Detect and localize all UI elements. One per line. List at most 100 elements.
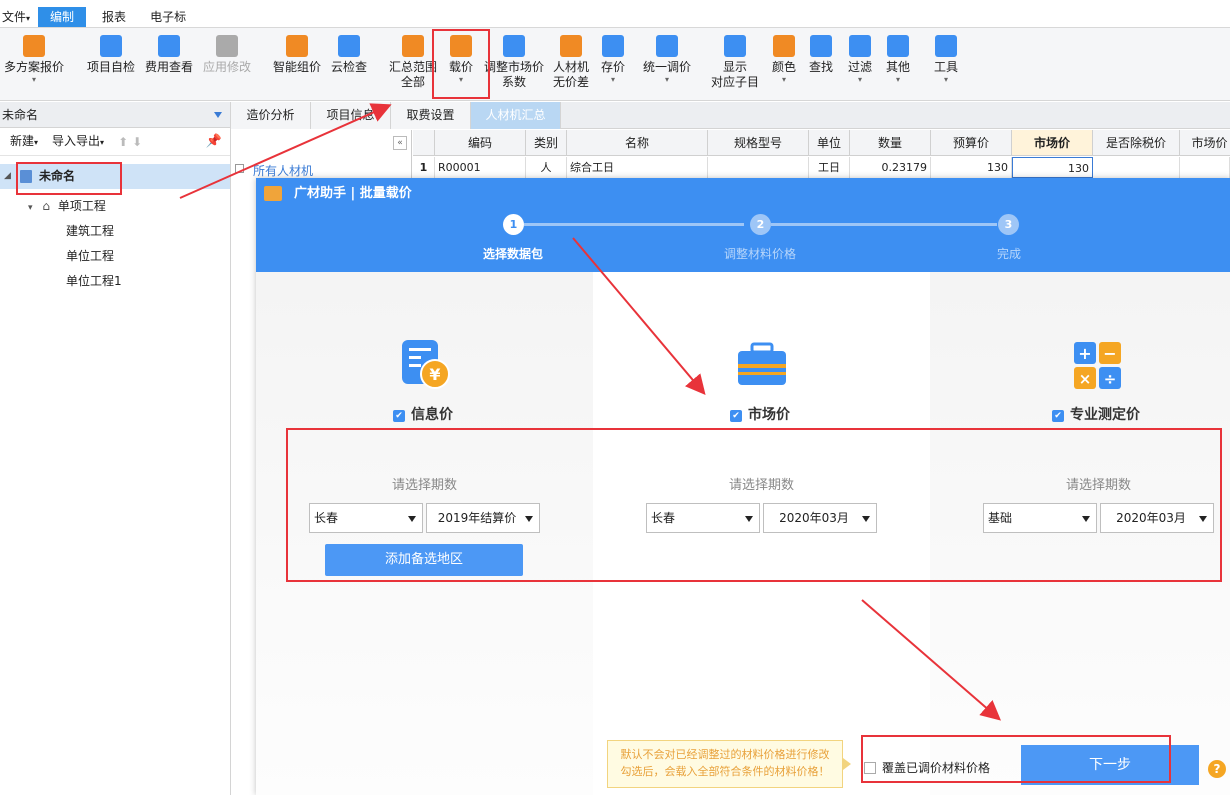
cell-unit[interactable]: 工日 [809,157,850,178]
import-export-button[interactable]: 导入导出▾ [52,127,104,157]
collapse-icon[interactable]: ◢ [4,164,11,189]
toolbar-button-17[interactable]: 工具 ▾ [934,31,958,85]
toolbar-button-13[interactable]: 颜色 ▾ [772,31,796,85]
step-1-label: 选择数据包 [482,247,543,261]
toolbar-button-label: 汇总范围 [389,60,438,74]
pin-icon[interactable]: 📌 [206,128,222,156]
professional-price-checkbox[interactable]: ✔ 专业测定价 [1052,404,1140,424]
toolbar-button-label: 颜色 [772,60,797,74]
tab-project-info[interactable]: 项目信息 [311,102,391,129]
grid-header[interactable]: 预算价 [931,130,1012,156]
toolbar-button-1[interactable]: 项目自检 [87,31,135,75]
grid-header[interactable]: 规格型号 [708,130,809,156]
toolbar-button-10[interactable]: 存价 ▾ [601,31,625,85]
material-category-panel: « 所有人材机 [231,130,412,178]
save-price-icon [602,35,624,57]
dialog-title-bar[interactable]: 广材助手 | 批量载价 [256,178,1230,209]
grid-header[interactable]: 编码 [435,130,526,156]
project-selector[interactable]: 未命名 [0,102,230,128]
step-3-label: 完成 [996,247,1021,261]
toolbar-button-8[interactable]: 调整市场价 系数 [484,31,544,90]
grid-header[interactable]: 数量 [850,130,931,156]
project-name: 未命名 [2,108,39,122]
tab-material-summary[interactable]: 人材机汇总 [471,102,561,129]
menu-file[interactable]: 文件▾ [0,7,34,27]
info-price-checkbox[interactable]: ✔ 信息价 [393,404,453,424]
toolbar: 多方案报价 ▾ 项目自检 费用查看 应用修改 智能组价 云检查 汇总范围 全部 载价 ▾ 调整市场价系… [0,28,1230,101]
toolbar-button-15[interactable]: 过滤 ▾ [848,31,872,85]
svg-text:×: × [1079,370,1092,388]
toolbar-button-16[interactable]: 其他 ▾ [886,31,910,85]
tab-cost-analysis[interactable]: 造价分析 [231,102,311,129]
toolbar-button-2[interactable]: 费用查看 [145,31,193,75]
cell-name[interactable]: 综合工日 [567,157,708,178]
toolbar-button-0[interactable]: 多方案报价 ▾ [4,31,64,85]
summary-range-icon [402,35,424,57]
tree-item-unit1[interactable]: 单位工程1 [66,269,122,294]
svg-text:+: + [1078,344,1091,363]
cell-tax[interactable] [1093,157,1180,178]
expand-icon[interactable] [235,164,244,173]
menu-report[interactable]: 报表 [90,7,138,27]
dropdown-arrow-icon: ▾ [944,75,949,84]
adjust-market-icon [503,35,525,57]
toolbar-button-5[interactable]: 云检查 [331,31,367,75]
self-check-icon [100,35,122,57]
market-price-checkbox[interactable]: ✔ 市场价 [730,404,790,424]
toolbar-button-14[interactable]: 查找 [809,31,833,75]
cell-spec[interactable] [708,157,809,178]
sidebar-toolbar: 新建▾ 导入导出▾ ⬆ ⬇ 📌 [0,128,230,156]
move-down-icon[interactable]: ⬇ [132,128,142,156]
all-materials-item[interactable]: 所有人材机 [253,162,313,179]
filter-icon [849,35,871,57]
cell-type[interactable]: 人 [526,157,567,178]
collapse-panel-icon[interactable]: « [393,136,407,150]
grid-header[interactable]: 名称 [567,130,708,156]
toolbar-button-6[interactable]: 汇总范围 全部 [389,31,437,90]
fee-view-icon [158,35,180,57]
calculator-icon: + − × ÷ [1074,342,1121,389]
cell-code[interactable]: R00001 [435,157,526,178]
tip-line: 默认不会对已经调整过的材料价格进行修改 [620,748,830,761]
project-sidebar: 未命名 新建▾ 导入导出▾ ⬆ ⬇ 📌 ◢ 未命名 ▾ ⌂ 单项工程 建筑工程 … [0,102,231,795]
toolbar-button-label: 无价差 [553,75,590,89]
new-button[interactable]: 新建▾ [10,127,38,157]
grid-header[interactable]: 类别 [526,130,567,156]
cell-market[interactable]: 130 [1012,157,1093,178]
tools-icon [935,35,957,57]
cell-market2[interactable] [1180,157,1230,178]
tree-item-unit[interactable]: 单位工程 [66,244,114,269]
cell-budget[interactable]: 130 [931,157,1012,178]
tree-item-single-project[interactable]: ▾ ⌂ 单项工程 [28,194,106,219]
toolbar-button-9[interactable]: 人材机 无价差 [553,31,589,90]
tree-item-building[interactable]: 建筑工程 [66,219,114,244]
dropdown-arrow-icon: ▾ [32,75,37,84]
grid-header[interactable]: 是否除税价 [1093,130,1180,156]
toolbar-button-label: 云检查 [331,60,368,74]
app-logo-icon [264,186,282,201]
tree-item-label: 单项工程 [57,199,106,213]
cell-qty[interactable]: 0.23179 [850,157,931,178]
grid-header[interactable]: 市场价 [1180,130,1230,156]
home-icon: ⌂ [42,199,50,213]
grid-header[interactable]: 单位 [809,130,850,156]
toolbar-button-11[interactable]: 统一调价 ▾ [643,31,691,85]
menu-edit[interactable]: 编制 [38,7,87,27]
cloud-check-icon [338,35,360,57]
collapse-icon[interactable]: ▾ [28,203,33,213]
tab-fee-settings[interactable]: 取费设置 [391,102,471,129]
apply-change-icon [216,35,238,57]
toolbar-button-label: 人材机 [553,60,590,74]
chevron-down-icon[interactable] [214,112,222,118]
toolbar-button-4[interactable]: 智能组价 [273,31,321,75]
grid-header-market-price[interactable]: 市场价 [1012,130,1093,156]
menu-e-bid[interactable]: 电子标 [138,7,198,27]
toolbar-button-12[interactable]: 显示 对应子目 [711,31,759,90]
toolbar-button-3[interactable]: 应用修改 [203,31,251,75]
multi-plan-icon [23,35,45,57]
toolbar-button-label: 查找 [809,60,834,74]
step-2-label: 调整材料价格 [723,247,796,261]
help-icon[interactable]: ? [1208,760,1226,778]
move-up-icon[interactable]: ⬆ [118,128,128,156]
step-indicator: 1 2 3 选择数据包 调整材料价格 完成 [256,209,1230,272]
